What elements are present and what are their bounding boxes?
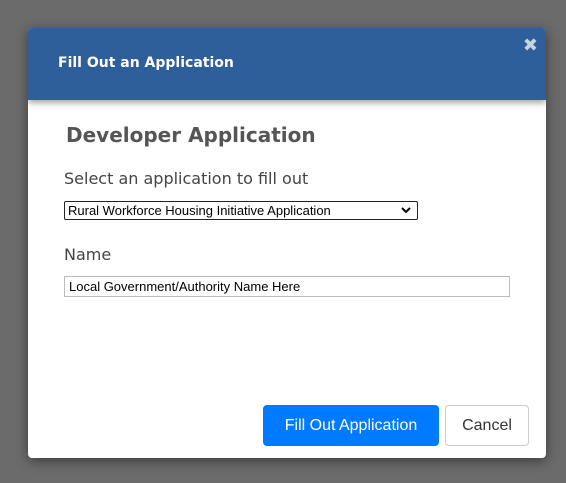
form-heading: Developer Application: [66, 123, 316, 147]
chevron-down-icon: [401, 207, 411, 214]
application-select-value: Rural Workforce Housing Initiative Appli…: [68, 203, 331, 218]
dialog-title: Fill Out an Application: [58, 55, 234, 71]
name-label: Name: [64, 245, 112, 264]
cancel-button[interactable]: Cancel: [445, 405, 529, 446]
fill-out-application-button[interactable]: Fill Out Application: [263, 405, 439, 446]
application-dialog: Fill Out an Application ✖ Developer Appl…: [28, 28, 546, 458]
application-select[interactable]: Rural Workforce Housing Initiative Appli…: [64, 201, 418, 220]
name-input[interactable]: Local Government/Authority Name Here: [64, 276, 510, 297]
close-icon[interactable]: ✖: [523, 37, 538, 55]
application-select-label: Select an application to fill out: [64, 169, 309, 188]
dialog-header: Fill Out an Application ✖: [28, 28, 546, 100]
